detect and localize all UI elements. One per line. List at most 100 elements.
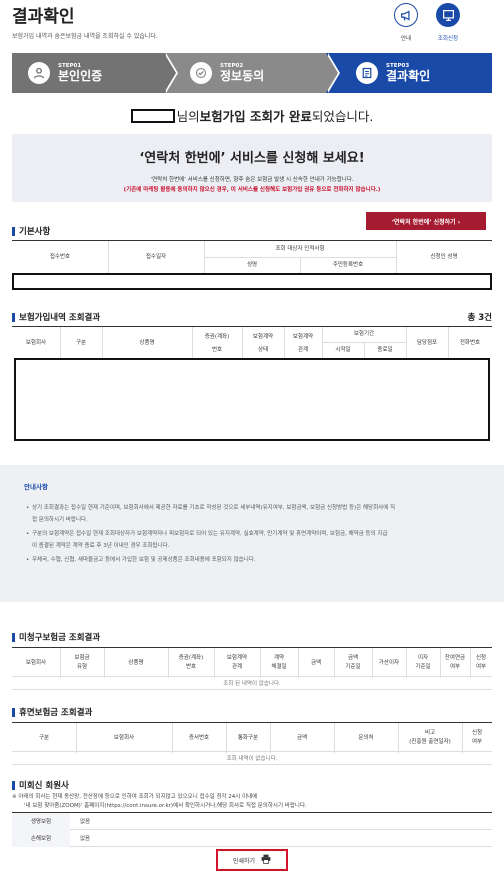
megaphone-icon xyxy=(394,3,418,27)
monitor-icon xyxy=(436,3,460,27)
basic-info-title: 기본사항 xyxy=(19,227,51,237)
unclaimed-section-title: 미청구보험금 조회결과 xyxy=(12,631,100,643)
guide-label: 안내 xyxy=(400,36,412,42)
step-3-name: 결과확인 xyxy=(386,69,431,83)
dormant-header-4: 금액 xyxy=(296,734,308,741)
insurance-redacted-rows xyxy=(14,358,490,441)
insurance-count: 총 3건 xyxy=(467,313,492,323)
nonreply-section-title: 미회신 회원사 xyxy=(12,779,69,791)
cert-header-2: 번호 xyxy=(211,346,223,353)
notice-title: 안내사항 xyxy=(24,483,48,491)
step-1-name: 본인인증 xyxy=(58,69,103,83)
step-2: STEP02 정보동의 xyxy=(164,53,340,93)
unclaimed-header-10: 잔여연금 여부 xyxy=(444,655,466,670)
insurance-title: 보험가입내역 조회결과 xyxy=(19,313,101,323)
applicant-header: 신청인 성명 xyxy=(430,254,458,260)
dormant-header-6: 비고 (진흥원 출연일자) xyxy=(409,730,451,745)
unclaimed-empty: 조회 된 내역이 없습니다. xyxy=(12,678,492,690)
nonreply-rows: 생명보험 없음 손해보험 없음 xyxy=(12,812,492,847)
inquiry-request-label: 조회신청 xyxy=(437,36,459,42)
nonreply-row: 생명보험 없음 xyxy=(12,812,492,830)
completion-post: 되었습니다. xyxy=(311,109,374,124)
unclaimed-header-2: 상품명 xyxy=(128,659,144,666)
check-icon xyxy=(190,62,212,84)
notice-box: 안내사항 • 상기 조회결과는 접수일 현재 기준이며, 보험회사에서 제공한 자… xyxy=(0,465,504,602)
unclaimed-table-header: 보험회사 보험금 유형 상품명 증권(계좌) 번호 보험계약 관계 계약 체결일 금액 금액 기준일 가산… xyxy=(12,647,492,678)
unclaimed-header-6: 금액 xyxy=(310,659,322,666)
name-header: 성명 xyxy=(246,262,258,268)
relation-header-2: 관계 xyxy=(297,346,309,353)
basic-info-redacted-row xyxy=(12,273,492,290)
nonreply-note-2: '내 보험 찾아줌(ZOOM)' 홈페이지(https://cont.insur… xyxy=(24,803,307,809)
target-info-header: 조회 대상자 인적사항 xyxy=(275,245,325,252)
unclaimed-header-8: 가산이자 xyxy=(378,659,400,666)
unclaimed-header-3: 증권(계좌) 번호 xyxy=(178,655,204,670)
nonreply-title: 미회신 회원사 xyxy=(19,781,69,791)
unclaimed-header-4: 보험계약 관계 xyxy=(226,655,248,670)
print-label: 인쇄하기 xyxy=(232,857,256,865)
phone-header: 전화번호 xyxy=(459,339,481,346)
unclaimed-title: 미청구보험금 조회결과 xyxy=(19,633,101,643)
unclaimed-header-7: 금액 기준일 xyxy=(345,655,361,670)
promo-warning: (기존에 마케팅 활용에 동의하지 않으신 경우, 이 서비스를 신청해도 보험… xyxy=(123,187,381,193)
printer-icon xyxy=(261,854,271,866)
dormant-empty: 조회 내역이 없습니다. xyxy=(12,753,492,765)
completion-pre: 님의 xyxy=(176,109,200,124)
contact-service-promo: ‘연락처 한번에’ 서비스를 신청해 보세요! ‘연락처 한번에’ 서비스를 신… xyxy=(12,134,492,202)
inquiry-request-button[interactable]: 조회신청 xyxy=(428,3,468,42)
notice-line-1: • 상기 조회결과는 접수일 현재 기준이며, 보험회사에서 제공한 자료를 기초… xyxy=(26,505,396,511)
end-header: 종료일 xyxy=(377,347,393,353)
dormant-title: 휴면보험금 조회결과 xyxy=(19,708,93,718)
start-header: 시작일 xyxy=(335,347,351,353)
promo-description: ‘연락처 한번에’ 서비스를 신청하면, 향후 숨은 보험금 발생 시 신속한 … xyxy=(150,177,354,183)
step-2-name: 정보동의 xyxy=(220,69,265,83)
unclaimed-header-11: 신청 여부 xyxy=(475,655,487,670)
nonreply-row: 손해보험 없음 xyxy=(12,829,492,847)
guide-button[interactable]: 안내 xyxy=(386,3,426,42)
cert-header-1: 증권(계좌) xyxy=(204,333,230,340)
notice-line-2b: 이 종결된 계약은 계약 종료 후 3년 이내인 경우 조회됩니다. xyxy=(32,543,170,549)
unclaimed-header-0: 보험회사 xyxy=(25,659,47,666)
completion-bold: 보험가입 조회가 완료 xyxy=(199,109,312,124)
product-header: 상품명 xyxy=(139,339,155,346)
nonreply-row-label: 생명보험 xyxy=(12,812,70,830)
person-icon xyxy=(28,62,50,84)
notice-line-2: • 구분의 보험계약은 접수일 현재 조회대상자가 보험계약자나 피보험자로 되어… xyxy=(26,531,388,537)
rrn-header: 주민등록번호 xyxy=(332,262,364,268)
dormant-section-title: 휴면보험금 조회결과 xyxy=(12,706,92,718)
page-title: 결과확인 xyxy=(12,7,75,27)
notice-line-3: • 우체국, 수협, 신협, 새마을금고 등에서 가입한 보험 및 공제상품은 조… xyxy=(26,557,256,563)
nonreply-row-label: 손해보험 xyxy=(12,829,70,847)
promo-heading: ‘연락처 한번에’ 서비스를 신청해 보세요! xyxy=(139,151,365,166)
redacted-name-box xyxy=(130,108,175,123)
dormant-header-1: 보험회사 xyxy=(113,734,135,741)
basic-info-section-title: 기본사항 xyxy=(12,225,50,237)
type-header: 구분 xyxy=(75,339,87,346)
unclaimed-header-1: 보험금 유형 xyxy=(74,655,90,670)
relation-header-1: 보험계약 xyxy=(292,333,314,340)
period-header: 보험기간 xyxy=(353,331,375,337)
notice-line-1b: 접 문의하시기 바랍니다. xyxy=(32,517,88,523)
company-header: 보험회사 xyxy=(25,339,47,346)
dormant-header-3: 통화구분 xyxy=(237,734,259,741)
step-3: STEP03 결과확인 xyxy=(326,53,492,93)
print-button[interactable]: 인쇄하기 xyxy=(216,849,288,871)
agent-header: 담당점포 xyxy=(416,339,438,346)
dormant-header-2: 증서번호 xyxy=(188,734,210,741)
insurance-section-title: 보험가입내역 조회결과 xyxy=(12,311,100,323)
dormant-header-7: 신청 여부 xyxy=(471,730,483,745)
unclaimed-header-5: 계약 체결일 xyxy=(271,655,287,670)
nonreply-row-value: 없음 xyxy=(80,819,91,825)
nonreply-note-1: ※ 아래의 회사는 현재 동산망, 전산장애 등으로 인하여 조회가 되지않고 … xyxy=(12,794,258,800)
nonreply-row-value: 없음 xyxy=(80,836,91,842)
unclaimed-header-9: 이자 기준일 xyxy=(415,655,431,670)
dormant-header-0: 구분 xyxy=(38,734,50,741)
page-subtitle: 보험가입 내역과 숨은보험금 내역을 조회하실 수 있습니다. xyxy=(12,33,158,40)
status-header-2: 상태 xyxy=(257,346,269,353)
status-header-1: 보험계약 xyxy=(252,333,274,340)
contact-service-apply-button[interactable]: ‘연락처 한번에’ 신청하기 › xyxy=(366,212,486,230)
receipt-no-header: 접수번호 xyxy=(49,254,71,260)
step-progress: STEP01 본인인증 STEP02 정보동의 STEP03 결과확인 xyxy=(12,53,492,93)
document-icon xyxy=(356,62,378,84)
dormant-table-header: 구분 보험회사 증서번호 통화구분 금액 문의처 비고 (진흥원 출연일자) 신청 여부 xyxy=(12,722,492,753)
